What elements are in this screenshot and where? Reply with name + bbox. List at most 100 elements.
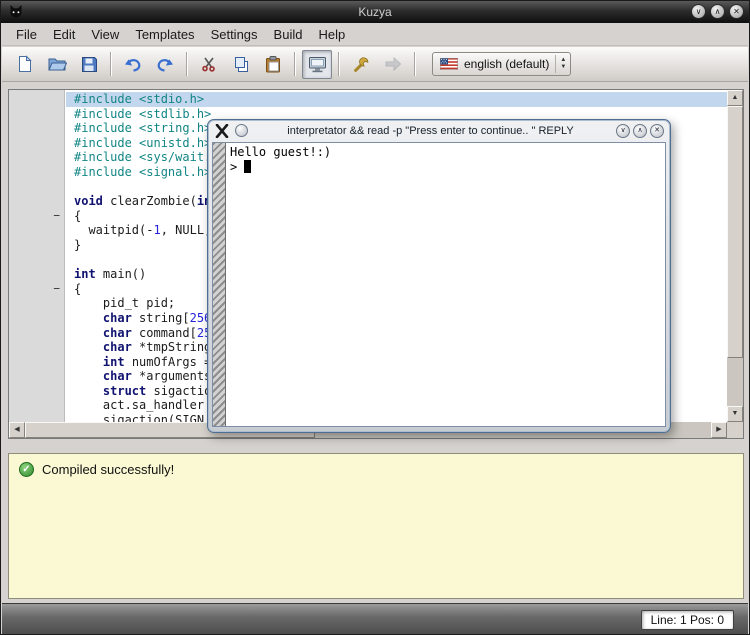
wrench-icon: [353, 56, 370, 73]
menu-item-templates[interactable]: Templates: [127, 24, 202, 45]
redo-arrow-icon: [156, 57, 174, 72]
gutter-row: [9, 384, 64, 399]
terminal-title: interpretator && read -p "Press enter to…: [253, 120, 608, 142]
menu-item-view[interactable]: View: [83, 24, 127, 45]
undo-arrow-icon: [124, 57, 142, 72]
terminal-titlebar[interactable]: interpretator && read -p "Press enter to…: [208, 120, 670, 142]
language-selector-arrows[interactable]: ▲ ▼: [555, 55, 566, 73]
fold-marker[interactable]: −: [9, 282, 64, 297]
gutter-row: [9, 413, 64, 422]
gutter-row: [9, 238, 64, 253]
gutter-row: [9, 253, 64, 268]
window-title: Kuzya: [1, 1, 749, 23]
gutter-row: [9, 92, 64, 107]
terminal-line: Hello guest!:): [230, 145, 663, 160]
copy-button[interactable]: [226, 50, 256, 79]
editor-vscrollbar[interactable]: ▲ ▼: [727, 90, 743, 422]
vscroll-thumb[interactable]: [727, 106, 743, 358]
terminal-text[interactable]: Hello guest!:)>: [230, 145, 663, 424]
compile-status: ✓ Compiled successfully!: [9, 454, 743, 485]
gutter-row: [9, 194, 64, 209]
terminal-controls: ∨∧✕: [616, 124, 664, 138]
statusbar: Line: 1 Pos: 0: [2, 603, 748, 635]
scrollbar-corner: [727, 422, 743, 438]
fold-marker[interactable]: −: [9, 209, 64, 224]
scroll-down-icon[interactable]: ▼: [727, 406, 743, 422]
maximize-button[interactable]: ∧: [710, 4, 725, 19]
run-button[interactable]: [378, 50, 408, 79]
terminal-shade-button[interactable]: ∨: [616, 124, 630, 138]
gutter-row: [9, 121, 64, 136]
gutter-row: [9, 296, 64, 311]
terminal-toggle-button[interactable]: [302, 50, 332, 79]
menu-item-edit[interactable]: Edit: [45, 24, 83, 45]
terminal-icon: [308, 56, 327, 73]
gutter-row: [9, 223, 64, 238]
gutter-row: [9, 107, 64, 122]
app-window: Kuzya ∨∧✕ FileEditViewTemplatesSettingsB…: [0, 0, 750, 635]
scroll-right-icon[interactable]: ▶: [711, 422, 727, 438]
terminal-menu-button[interactable]: [235, 124, 248, 137]
language-selector-value: english (default): [464, 57, 549, 71]
undo-button[interactable]: [118, 50, 148, 79]
toolbar-separator: [110, 52, 112, 76]
gutter-row: [9, 369, 64, 384]
close-button[interactable]: ✕: [729, 4, 744, 19]
clipboard-paste-icon: [265, 56, 281, 73]
terminal-line: >: [230, 160, 663, 175]
gutter-row: [9, 398, 64, 413]
output-panel: ✓ Compiled successfully!: [8, 453, 744, 599]
terminal-window[interactable]: interpretator && read -p "Press enter to…: [207, 119, 671, 433]
scroll-up-icon[interactable]: ▲: [727, 90, 743, 106]
save-file-button[interactable]: [74, 50, 104, 79]
open-folder-icon: [48, 56, 67, 72]
minimize-button[interactable]: ∨: [691, 4, 706, 19]
editor-gutter[interactable]: −−: [9, 90, 65, 422]
save-icon: [81, 56, 98, 73]
new-file-icon: [16, 55, 34, 73]
copy-icon: [233, 56, 250, 73]
scissors-icon: [201, 56, 217, 72]
gutter-row: [9, 311, 64, 326]
menu-item-help[interactable]: Help: [310, 24, 353, 45]
menu-item-settings[interactable]: Settings: [203, 24, 266, 45]
menu-item-file[interactable]: File: [8, 24, 45, 45]
terminal-app-icon: [215, 124, 229, 138]
gutter-row: [9, 340, 64, 355]
terminal-cursor: [244, 160, 251, 173]
gutter-row: [9, 326, 64, 341]
paste-button[interactable]: [258, 50, 288, 79]
menu-item-build[interactable]: Build: [266, 24, 311, 45]
spinner-up-icon[interactable]: ▲: [560, 57, 566, 64]
language-selector[interactable]: english (default) ▲ ▼: [432, 52, 571, 76]
terminal-unshade-button[interactable]: ∧: [633, 124, 647, 138]
toolbar-separator: [338, 52, 340, 76]
gutter-row: [9, 355, 64, 370]
success-check-icon: ✓: [19, 462, 34, 477]
gutter-row: [9, 180, 64, 195]
caret-position: Line: 1 Pos: 0: [641, 610, 734, 630]
toolbar-separator: [414, 52, 416, 76]
terminal-scrollbar[interactable]: [213, 143, 226, 426]
gutter-row: [9, 165, 64, 180]
compile-message: Compiled successfully!: [42, 462, 174, 477]
toolbar-separator: [294, 52, 296, 76]
run-arrow-icon: [384, 57, 402, 71]
terminal-close-button[interactable]: ✕: [650, 124, 664, 138]
menubar: FileEditViewTemplatesSettingsBuildHelp: [2, 23, 748, 46]
cut-button[interactable]: [194, 50, 224, 79]
terminal-body[interactable]: Hello guest!:)>: [212, 142, 666, 427]
spinner-down-icon[interactable]: ▼: [560, 64, 566, 71]
code-line[interactable]: #include <stdio.h>: [66, 92, 727, 107]
window-controls: ∨ ∧ ✕: [691, 4, 744, 19]
gutter-row: [9, 150, 64, 165]
toolbar: english (default) ▲ ▼: [2, 47, 748, 82]
build-button[interactable]: [346, 50, 376, 79]
scroll-left-icon[interactable]: ◀: [9, 422, 25, 438]
open-file-button[interactable]: [42, 50, 72, 79]
titlebar[interactable]: Kuzya ∨ ∧ ✕: [1, 1, 749, 23]
gutter-row: [9, 267, 64, 282]
new-file-button[interactable]: [10, 50, 40, 79]
us-flag-icon: [440, 58, 458, 70]
redo-button[interactable]: [150, 50, 180, 79]
